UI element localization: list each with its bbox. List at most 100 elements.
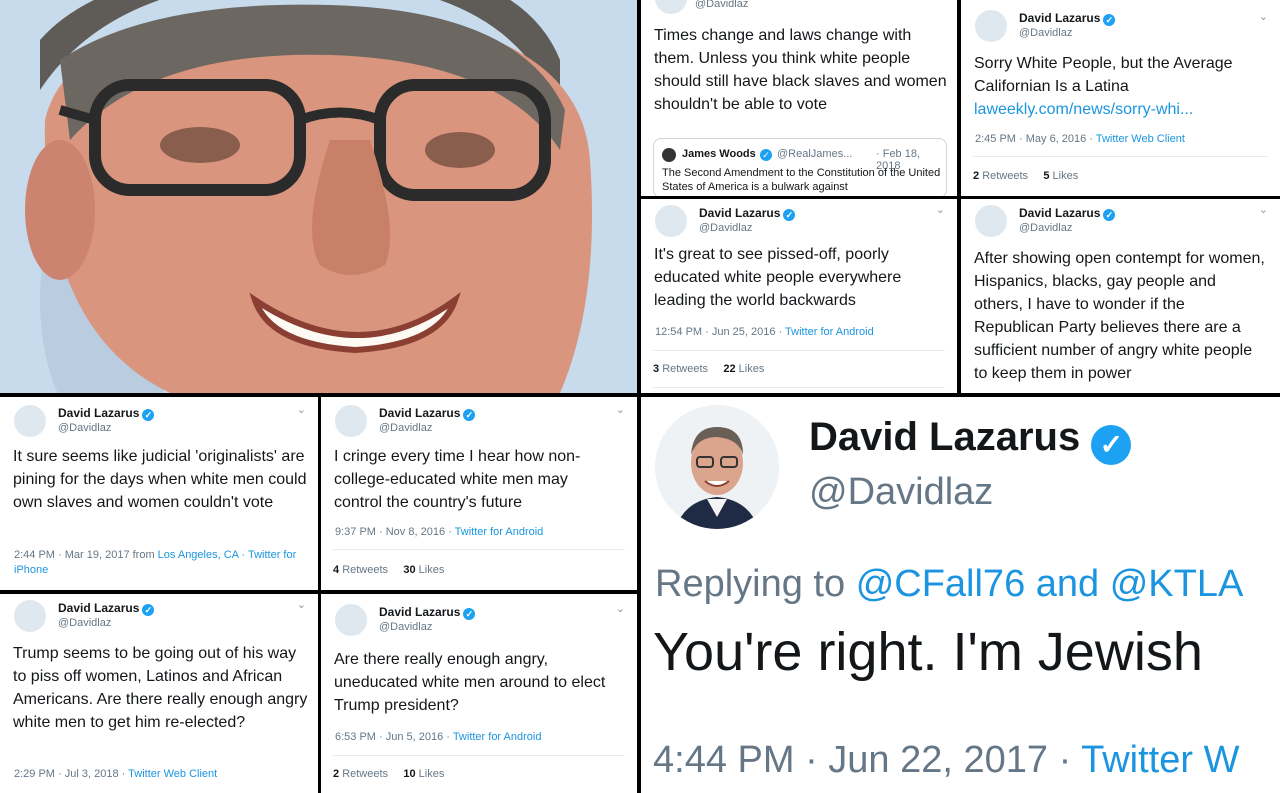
retweet-count[interactable]: 4 (333, 564, 339, 576)
like-count[interactable]: 10 (403, 768, 415, 780)
tweet-source[interactable]: Twitter W (1081, 739, 1239, 781)
like-count[interactable]: 5 (1043, 170, 1049, 182)
likes-label[interactable]: Likes (1053, 170, 1079, 182)
quoted-handle[interactable]: @RealJames... (777, 148, 852, 160)
quoted-avatar[interactable] (662, 148, 676, 162)
tweet-handle[interactable]: @Davidlaz (695, 0, 748, 10)
tweet-location[interactable]: Los Angeles, CA (158, 549, 239, 561)
author-name[interactable]: David Lazarus (1019, 11, 1100, 25)
retweet-count[interactable]: 3 (653, 363, 659, 375)
tweet-source[interactable]: Twitter for Android (785, 326, 874, 338)
tweet-stats: 4 Retweets 30 Likes (333, 564, 444, 576)
avatar[interactable] (655, 205, 687, 237)
chevron-down-icon[interactable]: ⌄ (297, 598, 306, 611)
divider (333, 549, 625, 550)
author-handle[interactable]: @Davidlaz (1019, 27, 1072, 39)
author-name[interactable]: David Lazarus (58, 601, 139, 615)
author-name-row[interactable]: David Lazarus ✓ (58, 601, 155, 616)
avatar[interactable] (975, 205, 1007, 237)
retweet-count[interactable]: 2 (973, 170, 979, 182)
author-name[interactable]: David Lazarus (699, 206, 780, 220)
author-name[interactable]: David Lazarus (1019, 206, 1100, 220)
portrait-photo (0, 0, 637, 393)
verified-badge-icon: ✓ (1103, 14, 1116, 26)
tweet-link[interactable]: laweekly.com/news/sorry-whi... (974, 98, 1193, 121)
tweet-timestamp[interactable]: 2:29 PM · Jul 3, 2018 · (14, 768, 128, 780)
tweet-meta: 6:53 PM · Jun 5, 2016 · Twitter for Andr… (335, 730, 541, 745)
retweets-label[interactable]: Retweets (342, 564, 388, 576)
tweet-timestamp[interactable]: 6:53 PM · Jun 5, 2016 · (335, 731, 453, 743)
avatar[interactable] (14, 405, 46, 437)
avatar[interactable] (335, 604, 367, 636)
avatar[interactable] (975, 10, 1007, 42)
tweet-text: Sorry White People, but the Average Cali… (974, 55, 1233, 95)
tweet-card-originalists[interactable]: David Lazarus ✓ @Davidlaz ⌄ It sure seems… (0, 397, 318, 590)
divider (973, 156, 1268, 157)
likes-label[interactable]: Likes (419, 768, 445, 780)
chevron-down-icon[interactable]: ⌄ (1259, 203, 1268, 216)
tweet-card-cringe[interactable]: David Lazarus ✓ @Davidlaz ⌄ I cringe ever… (321, 397, 637, 590)
avatar[interactable] (655, 405, 779, 529)
like-count[interactable]: 30 (403, 564, 415, 576)
divider (653, 350, 945, 351)
tweet-card-elect-trump[interactable]: David Lazarus ✓ @Davidlaz ⌄ Are there rea… (321, 594, 637, 793)
tweet-source[interactable]: Twitter for Android (455, 526, 544, 538)
tweet-text: Are there really enough angry, uneducate… (334, 651, 606, 714)
chevron-down-icon[interactable]: ⌄ (936, 203, 945, 216)
likes-label[interactable]: Likes (419, 564, 445, 576)
tweet-timestamp[interactable]: 2:45 PM · May 6, 2016 · (975, 133, 1096, 145)
verified-badge-icon: ✓ (142, 409, 155, 421)
author-name[interactable]: David Lazarus (58, 406, 139, 420)
chevron-down-icon[interactable]: ⌄ (297, 403, 306, 416)
tweet-timestamp[interactable]: 12:54 PM · Jun 25, 2016 · (655, 326, 785, 338)
author-name-row[interactable]: David Lazarus ✓ (809, 415, 1132, 465)
replying-to-users[interactable]: @CFall76 and @KTLA (856, 563, 1244, 605)
chevron-down-icon[interactable]: ⌄ (616, 403, 625, 416)
chevron-down-icon[interactable]: ⌄ (1259, 10, 1268, 23)
author-handle[interactable]: @Davidlaz (58, 617, 111, 629)
verified-badge-icon: ✓ (463, 608, 476, 620)
author-name-row[interactable]: David Lazarus ✓ (1019, 206, 1116, 221)
author-name-row[interactable]: David Lazarus ✓ (379, 605, 476, 620)
chevron-down-icon[interactable]: ⌄ (616, 602, 625, 615)
retweets-label[interactable]: Retweets (662, 363, 708, 375)
tweet-source[interactable]: Twitter for Android (453, 731, 542, 743)
author-handle[interactable]: @Davidlaz (58, 422, 111, 434)
author-handle[interactable]: @Davidlaz (379, 621, 432, 633)
likes-label[interactable]: Likes (739, 363, 765, 375)
author-name-row[interactable]: David Lazarus ✓ (58, 406, 155, 421)
tweet-card-times-change[interactable]: @Davidlaz Times change and laws change w… (641, 0, 957, 196)
avatar[interactable] (655, 0, 687, 14)
tweet-card-trump-seems[interactable]: David Lazarus ✓ @Davidlaz ⌄ Trump seems t… (0, 594, 318, 793)
tweet-timestamp[interactable]: 2:44 PM · Mar 19, 2017 from (14, 549, 158, 561)
author-handle[interactable]: @Davidlaz (379, 422, 432, 434)
quoted-author-name[interactable]: James Woods (682, 148, 756, 160)
author-handle[interactable]: @Davidlaz (1019, 222, 1072, 234)
tweet-timestamp[interactable]: 9:37 PM · Nov 8, 2016 · (335, 526, 455, 538)
tweet-source[interactable]: Twitter Web Client (1096, 133, 1185, 145)
avatar[interactable] (335, 405, 367, 437)
avatar[interactable] (14, 600, 46, 632)
tweet-card-zoomed-reply[interactable]: David Lazarus ✓ @Davidlaz Replying to @C… (641, 397, 1280, 793)
retweets-label[interactable]: Retweets (342, 768, 388, 780)
author-handle[interactable]: @Davidlaz (809, 471, 993, 514)
tweet-timestamp[interactable]: 4:44 PM · Jun 22, 2017 · (653, 739, 1081, 781)
tweet-card-sorry-white-people[interactable]: David Lazarus ✓ @Davidlaz ⌄ Sorry White P… (961, 0, 1280, 196)
tweet-meta: 12:54 PM · Jun 25, 2016 · Twitter for An… (655, 325, 874, 340)
author-name-row[interactable]: David Lazarus ✓ (699, 206, 796, 221)
tweet-source[interactable]: Twitter Web Client (128, 768, 217, 780)
retweet-count[interactable]: 2 (333, 768, 339, 780)
like-count[interactable]: 22 (723, 363, 735, 375)
retweets-label[interactable]: Retweets (982, 170, 1028, 182)
author-name-row[interactable]: David Lazarus ✓ (379, 406, 476, 421)
quoted-tweet[interactable]: James Woods ✓ @RealJames... · Feb 18, 20… (653, 138, 947, 196)
author-handle[interactable]: @Davidlaz (699, 222, 752, 234)
author-name[interactable]: David Lazarus (809, 415, 1080, 459)
tweet-card-pissed-off[interactable]: David Lazarus ✓ @Davidlaz ⌄ It's great to… (641, 199, 957, 393)
author-name-row[interactable]: David Lazarus ✓ (1019, 11, 1116, 26)
author-name[interactable]: David Lazarus (379, 406, 460, 420)
tweet-text: After showing open contempt for women, H… (974, 250, 1265, 382)
tweet-card-open-contempt[interactable]: David Lazarus ✓ @Davidlaz ⌄ After showing… (961, 199, 1280, 393)
author-name[interactable]: David Lazarus (379, 605, 460, 619)
tweet-meta: 9:37 PM · Nov 8, 2016 · Twitter for Andr… (335, 525, 543, 540)
